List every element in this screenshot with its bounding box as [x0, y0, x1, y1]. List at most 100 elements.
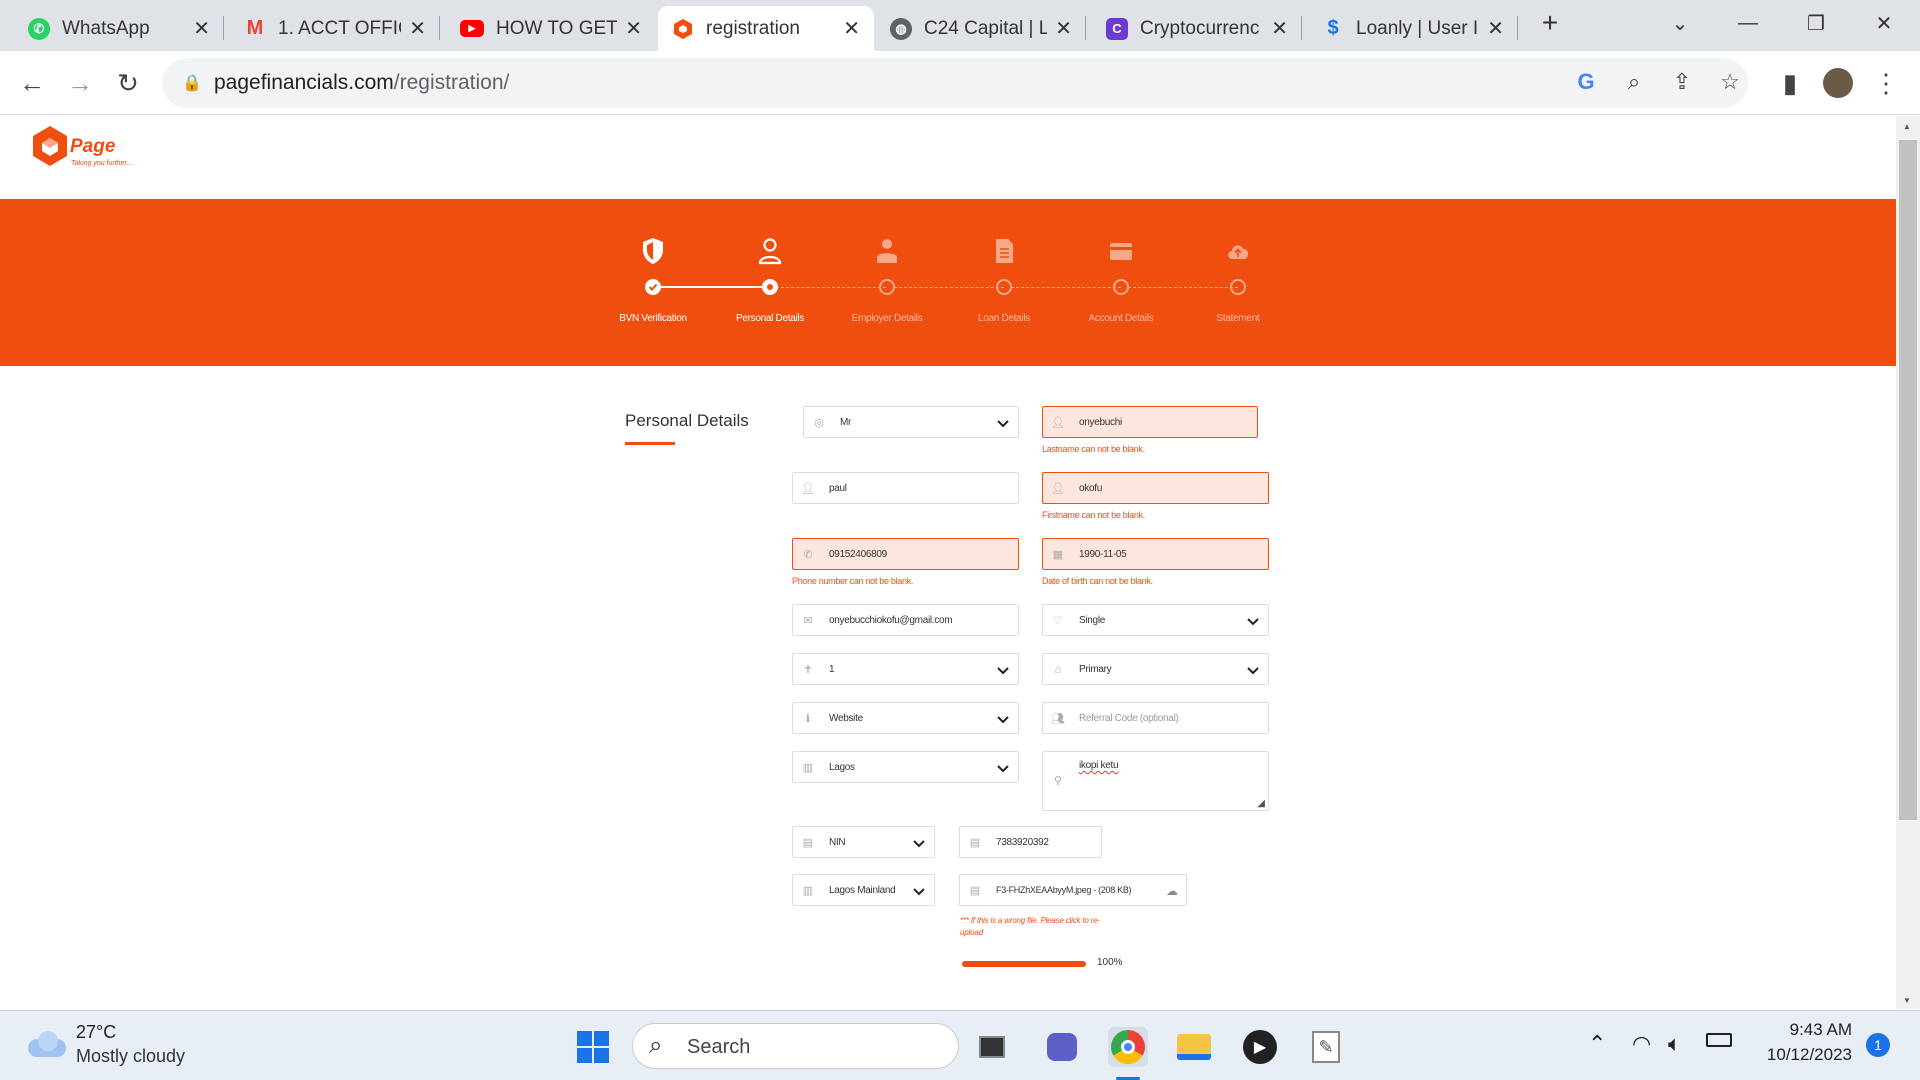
- volume-icon[interactable]: 🔈︎: [1668, 1031, 1681, 1057]
- tab-c24-capital[interactable]: ◍ C24 Capital | L ✕: [876, 6, 1086, 51]
- minimize-button[interactable]: —: [1718, 0, 1778, 46]
- share-icon[interactable]: ⇪: [1668, 69, 1696, 95]
- address-bar[interactable]: 🔒 pagefinancials.com/registration/ G ⌕ ⇪…: [162, 58, 1748, 108]
- weather-description[interactable]: Mostly cloudy: [76, 1046, 185, 1067]
- resize-handle-icon[interactable]: ◢: [1257, 798, 1265, 809]
- chevron-down-icon: [913, 840, 925, 848]
- id-file-upload[interactable]: ▤ F3-FHZhXEAAbyyM.jpeg - (208 KB) ☁: [959, 874, 1187, 906]
- card-icon: [1110, 243, 1132, 260]
- close-tab-icon[interactable]: ✕: [1055, 16, 1072, 41]
- address-textarea[interactable]: ⚲ ikopi ketu ◢: [1042, 751, 1269, 811]
- zoom-icon[interactable]: ⌕: [1620, 69, 1648, 95]
- id-type-select[interactable]: ▤ NIN: [792, 826, 935, 858]
- marital-status-select[interactable]: ♡ Single: [1042, 604, 1269, 636]
- search-icon: ⌕: [649, 1032, 663, 1059]
- lga-select[interactable]: ▥ Lagos Mainland: [792, 874, 935, 906]
- task-view-icon[interactable]: [972, 1027, 1012, 1067]
- upload-progress-bar: [962, 961, 1086, 967]
- education-select[interactable]: ⌂ Primary: [1042, 653, 1269, 685]
- scroll-down-icon[interactable]: ▼: [1903, 996, 1911, 1005]
- page-logo[interactable]: Page Taking you further...: [30, 124, 140, 174]
- battery-icon[interactable]: [1706, 1033, 1732, 1047]
- step-label: Account Details: [1088, 313, 1154, 324]
- cloud-upload-icon[interactable]: ☁: [1166, 884, 1178, 898]
- side-panel-icon[interactable]: ▮: [1772, 65, 1808, 101]
- step-pending-dot: [1113, 279, 1129, 295]
- tab-strip: ✆ WhatsApp ✕ M 1. ACCT OFFIC ✕ ▶ HOW TO …: [0, 0, 1920, 51]
- id-card-icon: ▤: [802, 837, 814, 849]
- section-title: Personal Details: [625, 411, 749, 430]
- show-hidden-icons-chevron-icon[interactable]: ⌃: [1588, 1031, 1606, 1057]
- browser-menu-icon[interactable]: ⋮: [1868, 65, 1904, 101]
- weather-cloud-icon[interactable]: [26, 1029, 68, 1059]
- source-select[interactable]: ℹ Website: [792, 702, 1019, 734]
- close-tab-icon[interactable]: ✕: [843, 16, 860, 41]
- tab-youtube[interactable]: ▶ HOW TO GET ✕: [446, 6, 656, 51]
- id-type-value: NIN: [829, 837, 846, 848]
- step-connector: [894, 287, 1004, 288]
- google-icon[interactable]: G: [1572, 69, 1600, 95]
- new-tab-button[interactable]: +: [1520, 0, 1580, 46]
- firstname-input[interactable]: 👤︎ okofu: [1042, 472, 1269, 504]
- state-select[interactable]: ▥ Lagos: [792, 751, 1019, 783]
- phone-input[interactable]: ✆ 09152406809: [792, 538, 1019, 570]
- lastname-input[interactable]: 👤︎ onyebuchi: [1042, 406, 1258, 438]
- email-input[interactable]: ✉ onyebucchiokofu@gmail.com: [792, 604, 1019, 636]
- tab-loanly[interactable]: $ Loanly | User I ✕: [1308, 6, 1518, 51]
- forward-button[interactable]: →: [62, 65, 98, 101]
- tab-cryptocurrency[interactable]: C Cryptocurrenc ✕: [1092, 6, 1302, 51]
- dependents-select[interactable]: ✝ 1: [792, 653, 1019, 685]
- close-tab-icon[interactable]: ✕: [1271, 16, 1288, 41]
- search-placeholder: Search: [687, 1036, 751, 1058]
- close-tab-icon[interactable]: ✕: [409, 16, 426, 41]
- reupload-note[interactable]: *** If this is a wrong file. Please clic…: [960, 915, 1100, 939]
- tab-registration[interactable]: registration ✕: [658, 6, 874, 51]
- reload-button[interactable]: ↻: [110, 65, 146, 101]
- dob-input[interactable]: ▦ 1990-11-05: [1042, 538, 1269, 570]
- state-value: Lagos: [829, 762, 855, 773]
- scrollbar-thumb[interactable]: [1899, 140, 1917, 820]
- whatsapp-icon: ✆: [28, 17, 50, 40]
- document-icon: [996, 239, 1013, 263]
- phone-icon: ✆: [803, 549, 813, 561]
- teams-chat-icon[interactable]: [1042, 1027, 1082, 1067]
- profile-avatar[interactable]: [1820, 65, 1856, 101]
- tab-gmail[interactable]: M 1. ACCT OFFIC ✕: [230, 6, 440, 51]
- tab-search-chevron-icon[interactable]: ⌄: [1650, 0, 1710, 46]
- step-label: Personal Details: [735, 313, 804, 324]
- windows-start-icon[interactable]: [573, 1027, 613, 1067]
- brand-name: Page: [70, 136, 116, 157]
- step-label: Statement: [1216, 313, 1260, 324]
- tab-title: registration: [706, 17, 800, 39]
- user-icon: 👤︎: [1051, 483, 1065, 495]
- cloud-upload-icon: [1228, 245, 1249, 259]
- wifi-icon[interactable]: ◠: [1632, 1031, 1651, 1057]
- tab-whatsapp[interactable]: ✆ WhatsApp ✕: [14, 6, 224, 51]
- media-player-icon[interactable]: ▶: [1240, 1027, 1280, 1067]
- step-label: Loan Details: [978, 313, 1030, 324]
- back-button[interactable]: ←: [14, 65, 50, 101]
- id-number-input[interactable]: ▤ 7383920392: [959, 826, 1102, 858]
- clock-date[interactable]: 10/12/2023: [1740, 1045, 1852, 1065]
- taskbar-search-box[interactable]: ⌕ Search: [632, 1023, 959, 1069]
- notification-badge[interactable]: 1: [1866, 1033, 1890, 1057]
- referral-code-input[interactable]: 👥︎ Referral Code (optional): [1042, 702, 1269, 734]
- restore-button[interactable]: ❐: [1786, 0, 1846, 46]
- close-tab-icon[interactable]: ✕: [193, 16, 210, 41]
- youtube-icon: ▶: [460, 20, 484, 37]
- employer-icon: [877, 239, 897, 263]
- close-tab-icon[interactable]: ✕: [625, 16, 642, 41]
- chrome-taskbar-icon[interactable]: [1108, 1027, 1148, 1067]
- clock-time[interactable]: 9:43 AM: [1760, 1020, 1852, 1040]
- scroll-up-icon[interactable]: ▲: [1903, 122, 1911, 131]
- middlename-input[interactable]: 👤︎ paul: [792, 472, 1019, 504]
- file-explorer-icon[interactable]: [1174, 1027, 1214, 1067]
- lock-icon[interactable]: 🔒: [182, 73, 202, 93]
- notepad-icon[interactable]: ✎: [1306, 1027, 1346, 1067]
- weather-temperature[interactable]: 27°C: [76, 1022, 116, 1043]
- title-select[interactable]: ◎ Mr: [803, 406, 1019, 438]
- bookmark-star-icon[interactable]: ☆: [1716, 69, 1744, 95]
- url-domain: pagefinancials.com: [214, 71, 394, 94]
- close-window-button[interactable]: ✕: [1854, 0, 1914, 46]
- close-tab-icon[interactable]: ✕: [1487, 16, 1504, 41]
